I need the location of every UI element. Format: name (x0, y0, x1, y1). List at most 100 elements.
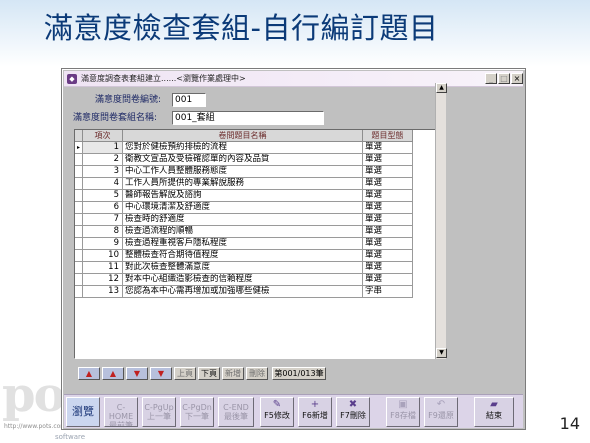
delete-row-button[interactable]: 刪除 (246, 367, 268, 380)
toolbar-label: 結束 (486, 411, 502, 420)
cell-type[interactable]: 單選 (363, 262, 413, 274)
undo-icon: ↶ (436, 399, 446, 410)
questions-grid[interactable]: 項次 卷問題目名稱 題目型態 ▸ 1 您對於健檢預約排檢的流程 單選 2 衛教文宣品及受檢… (74, 129, 437, 359)
cell-title[interactable]: 檢查過程重視客戶隱私程度 (123, 238, 363, 250)
toolbar-f6-button[interactable]: + F6新增 (298, 397, 332, 427)
first-record-button[interactable]: ▲ (78, 367, 100, 380)
toolbar-pgup-button[interactable]: C-PgUp 上一筆 (142, 397, 176, 427)
cell-title[interactable]: 對本中心組織造影檢查的信賴程度 (123, 274, 363, 286)
table-row[interactable]: 12 對本中心組織造影檢查的信賴程度 單選 (75, 274, 436, 286)
cell-no[interactable]: 3 (83, 166, 123, 178)
cell-title[interactable]: 中心環境清潔及舒適度 (123, 202, 363, 214)
cell-title[interactable]: 整體檢查符合期待值程度 (123, 250, 363, 262)
cell-no[interactable]: 13 (83, 286, 123, 298)
cell-type[interactable]: 單選 (363, 214, 413, 226)
table-row[interactable]: 11 對此次檢查整體滿意度 單選 (75, 262, 436, 274)
cell-type[interactable]: 單選 (363, 238, 413, 250)
prev-page-button[interactable]: 上頁 (174, 367, 196, 380)
questionnaire-no-field[interactable]: 001 (172, 93, 206, 107)
table-row[interactable]: 2 衛教文宣品及受檢確認單的內容及品質 單選 (75, 154, 436, 166)
toolbar-f8-button[interactable]: ▣ F8存檔 (386, 397, 420, 427)
row-indicator (75, 190, 83, 202)
table-row[interactable]: 7 檢查時的舒適度 單選 (75, 214, 436, 226)
watermark-software: software (55, 433, 86, 441)
cell-no[interactable]: 7 (83, 214, 123, 226)
row-indicator (75, 274, 83, 286)
scroll-up-icon[interactable]: ▲ (436, 83, 447, 93)
table-row[interactable]: 5 醫師報告解說及諮詢 單選 (75, 190, 436, 202)
toolbar-pgdn-button[interactable]: C-PgDn 下一筆 (180, 397, 214, 427)
cell-no[interactable]: 2 (83, 154, 123, 166)
table-row[interactable]: ▸ 1 您對於健檢預約排檢的流程 單選 (75, 142, 436, 154)
cell-type[interactable]: 單選 (363, 250, 413, 262)
add-row-button[interactable]: 新增 (222, 367, 244, 380)
cell-no[interactable]: 5 (83, 190, 123, 202)
toolbar-exit-button[interactable]: ▰ 結束 (474, 397, 514, 427)
table-row[interactable]: 8 檢查過流程的順暢 單選 (75, 226, 436, 238)
table-row[interactable]: 10 整體檢查符合期待值程度 單選 (75, 250, 436, 262)
column-header-no[interactable]: 項次 (83, 130, 123, 142)
cell-title[interactable]: 醫師報告解說及諮詢 (123, 190, 363, 202)
cell-no[interactable]: 12 (83, 274, 123, 286)
table-row[interactable]: 4 工作人員所提供的專業解說服務 單選 (75, 178, 436, 190)
cell-type[interactable]: 單選 (363, 166, 413, 178)
grid-corner (75, 130, 83, 142)
cell-type[interactable]: 單選 (363, 178, 413, 190)
cell-type[interactable]: 單選 (363, 190, 413, 202)
toolbar-key-label: C-HOME (108, 403, 134, 421)
cell-type[interactable]: 單選 (363, 154, 413, 166)
toolbar-home-button[interactable]: C-HOME 最前筆 (104, 397, 138, 427)
row-indicator (75, 262, 83, 274)
cell-no[interactable]: 9 (83, 238, 123, 250)
cell-no[interactable]: 10 (83, 250, 123, 262)
prev-record-button[interactable]: ▲ (102, 367, 124, 380)
function-toolbar: 瀏覽 C-HOME 最前筆 C-PgUp 上一筆 C-PgDn 下一筆 C-END 最後筆 ✎ F5… (64, 394, 523, 428)
cell-title[interactable]: 中心工作人員整體服務態度 (123, 166, 363, 178)
app-icon: ◆ (67, 74, 77, 84)
row-indicator (75, 250, 83, 262)
minimize-button[interactable]: _ (485, 73, 497, 84)
column-header-type[interactable]: 題目型態 (363, 130, 413, 142)
row-indicator (75, 154, 83, 166)
cell-no[interactable]: 11 (83, 262, 123, 274)
table-row[interactable]: 3 中心工作人員整體服務態度 單選 (75, 166, 436, 178)
cell-title[interactable]: 衛教文宣品及受檢確認單的內容及品質 (123, 154, 363, 166)
column-header-title[interactable]: 卷問題目名稱 (123, 130, 363, 142)
cell-title[interactable]: 檢查時的舒適度 (123, 214, 363, 226)
table-row[interactable]: 9 檢查過程重視客戶隱私程度 單選 (75, 238, 436, 250)
cell-title[interactable]: 您認為本中心需再增加或加強哪些健檢 (123, 286, 363, 298)
scroll-down-icon[interactable]: ▼ (436, 348, 447, 358)
last-record-button[interactable]: ▼ (150, 367, 172, 380)
toolbar-f7-button[interactable]: ✖ F7刪除 (336, 397, 370, 427)
record-nav: ▲ ▲ ▼ ▼ 上頁 下頁 新增 刪除 (78, 367, 298, 380)
next-record-button[interactable]: ▼ (126, 367, 148, 380)
next-page-button[interactable]: 下頁 (198, 367, 220, 380)
cell-title[interactable]: 對此次檢查整體滿意度 (123, 262, 363, 274)
set-name-field[interactable]: 001_套組 (172, 111, 324, 125)
cell-no[interactable]: 6 (83, 202, 123, 214)
cell-no[interactable]: 8 (83, 226, 123, 238)
cell-title[interactable]: 檢查過流程的順暢 (123, 226, 363, 238)
toolbar-key-label: C-PgDn (182, 403, 212, 412)
cell-type[interactable]: 單選 (363, 226, 413, 238)
cell-type[interactable]: 單選 (363, 202, 413, 214)
cell-type[interactable]: 字串 (363, 286, 413, 298)
cell-type[interactable]: 單選 (363, 274, 413, 286)
grid-scrollbar[interactable]: ▲ ▼ (435, 83, 447, 359)
cell-title[interactable]: 您對於健檢預約排檢的流程 (123, 142, 363, 154)
table-row[interactable]: 13 您認為本中心需再增加或加強哪些健檢 字串 (75, 286, 436, 298)
save-icon: ▣ (398, 399, 408, 410)
table-row[interactable]: 6 中心環境清潔及舒適度 單選 (75, 202, 436, 214)
toolbar-f9-button[interactable]: ↶ F9還原 (424, 397, 458, 427)
restore-button[interactable]: □ (498, 73, 510, 84)
cell-title[interactable]: 工作人員所提供的專業解說服務 (123, 178, 363, 190)
toolbar-browse-button[interactable]: 瀏覽 (66, 397, 100, 427)
toolbar-f5-button[interactable]: ✎ F5修改 (260, 397, 294, 427)
cell-type[interactable]: 單選 (363, 142, 413, 154)
cell-no[interactable]: 4 (83, 178, 123, 190)
toolbar-action-label: 最前筆 (109, 421, 133, 427)
cell-no[interactable]: 1 (83, 142, 123, 154)
window-titlebar[interactable]: ◆ 滿意度調查表套組建立......<瀏覽作業處理中> _ □ × (64, 71, 523, 87)
close-button[interactable]: × (511, 73, 523, 84)
toolbar-end-button[interactable]: C-END 最後筆 (218, 397, 254, 427)
